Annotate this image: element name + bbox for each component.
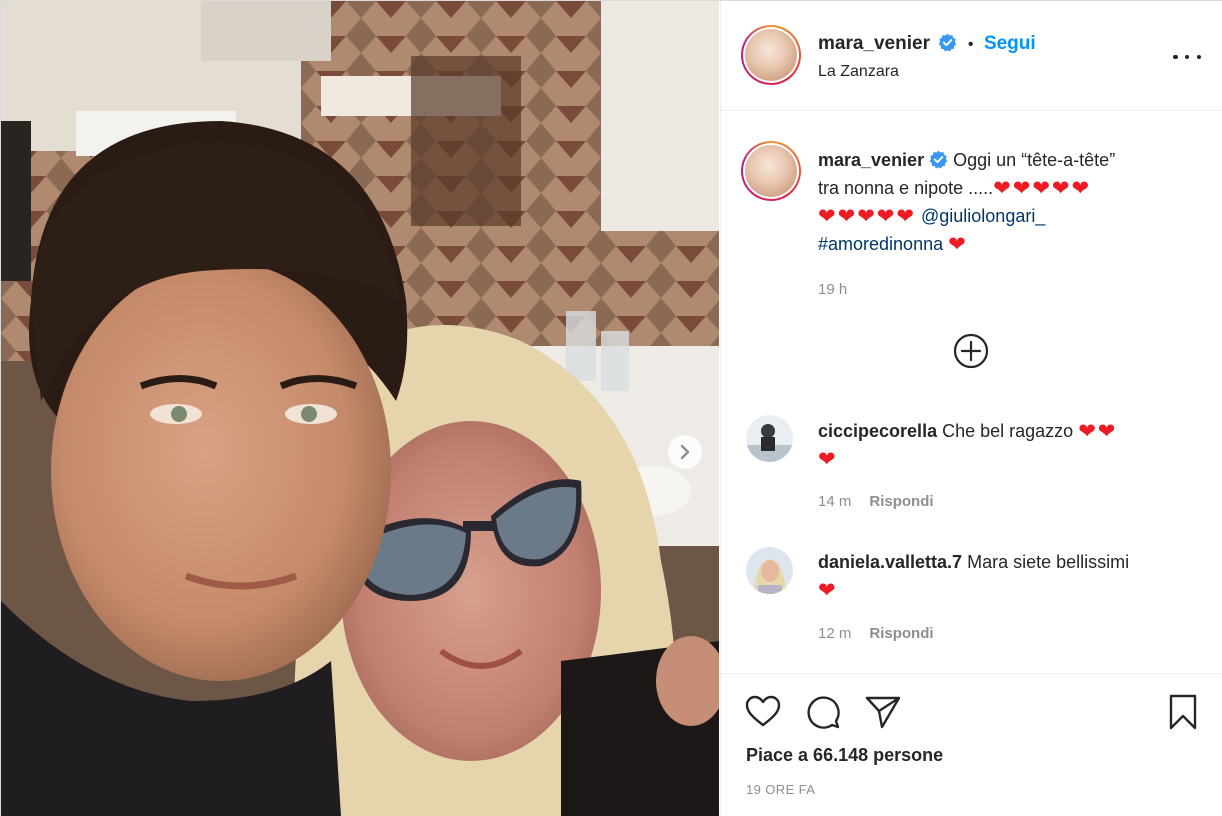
author-avatar[interactable] [741,25,801,85]
next-photo-button[interactable] [668,435,702,469]
comment-meta: 14 m Rispondi [818,493,934,510]
header-separator: • [967,36,974,53]
plus-circle-icon[interactable] [953,333,989,369]
comment-hearts: ❤ [818,579,838,602]
author-line: mara_venier • Segui [818,33,1036,55]
more-options-icon[interactable] [1173,45,1201,69]
caption-hearts: ❤❤❤❤❤ [818,205,916,228]
comment-username[interactable]: daniela.valletta.7 [818,552,962,572]
comment-hearts: ❤❤ [1078,420,1118,443]
comment-text: Mara siete bellissimi [967,552,1130,572]
commenter-avatar[interactable] [746,547,793,594]
caption-text-line1: Oggi un “tête-a-tête” [953,150,1116,170]
caption-timestamp[interactable]: 19 h [818,276,1188,303]
selfie-photo [1,1,719,816]
caption-hashtag-link[interactable]: #amoredinonna [818,234,943,254]
comment-username[interactable]: ciccipecorella [818,421,937,441]
post-header: mara_venier • Segui La Zanzara [721,1,1222,111]
post-caption: mara_venier Oggi un “tête-a-tête” tra no… [818,147,1188,303]
chevron-right-icon [680,444,690,460]
comment-text: Che bel ragazzo [942,421,1074,441]
likes-count[interactable]: Piace a 66.148 persone [746,745,943,766]
caption-text-line2: tra nonna e nipote ..... [818,178,994,198]
comment-timestamp[interactable]: 12 m [818,625,851,642]
caption-hearts: ❤ [948,233,968,256]
caption-avatar[interactable] [741,141,801,201]
commenter-avatar[interactable] [746,415,793,462]
post-actions-bar: Piace a 66.148 persone 19 ORE FA [721,673,1222,816]
post-photo[interactable] [1,1,719,816]
caption-hearts: ❤❤❤❤❤ [993,177,1092,200]
verified-badge-icon [939,34,957,52]
follow-button[interactable]: Segui [984,33,1036,54]
reply-button[interactable]: Rispondi [869,493,933,510]
bookmark-icon[interactable] [1163,692,1203,732]
verified-badge-icon [929,150,948,169]
instagram-post: mara_venier • Segui La Zanzara mara_veni… [0,0,1222,816]
comment-meta: 12 m Rispondi [818,625,934,642]
comment-body: ciccipecorella Che bel ragazzo ❤❤ ❤ [818,417,1198,473]
heart-icon[interactable] [743,692,783,732]
reply-button[interactable]: Rispondi [869,625,933,642]
comment-icon[interactable] [803,692,843,732]
post-side-panel: mara_venier • Segui La Zanzara mara_veni… [720,1,1222,816]
post-date[interactable]: 19 ORE FA [746,782,815,797]
caption-username[interactable]: mara_venier [818,150,924,170]
comment-timestamp[interactable]: 14 m [818,493,851,510]
author-username[interactable]: mara_venier [818,33,930,54]
post-location[interactable]: La Zanzara [818,63,899,81]
caption-mention-link[interactable]: @giuliolongari_ [921,206,1045,226]
comment-body: daniela.valletta.7 Mara siete bellissimi… [818,549,1198,604]
paper-plane-icon[interactable] [863,692,903,732]
comment-hearts: ❤ [818,448,838,471]
